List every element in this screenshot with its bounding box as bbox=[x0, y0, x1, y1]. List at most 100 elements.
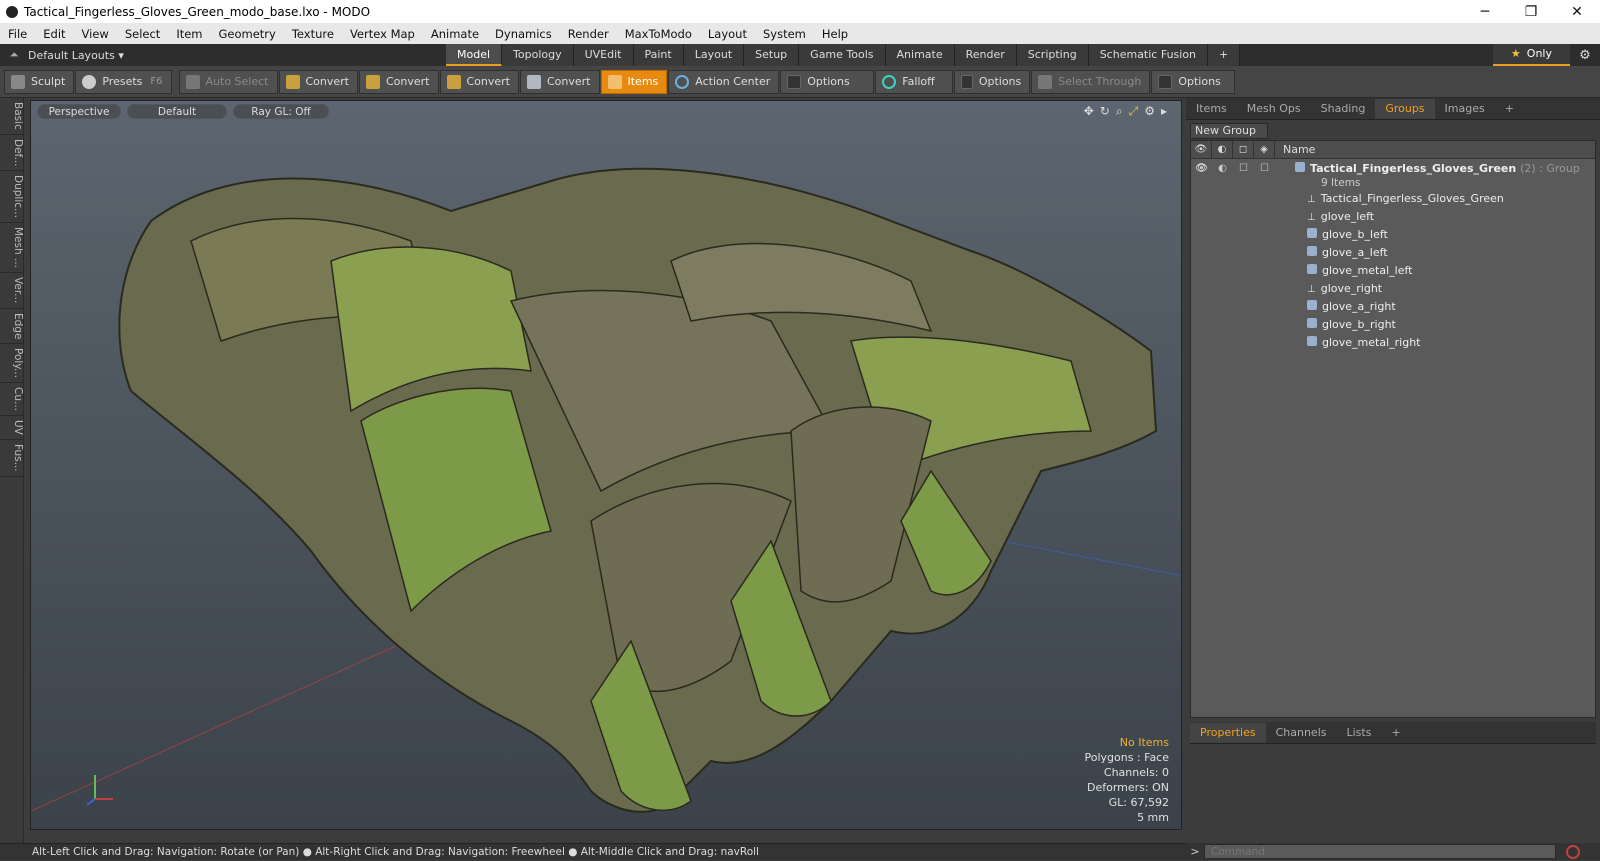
zoom-view-icon[interactable]: ⌕ bbox=[1116, 104, 1123, 119]
menu-view[interactable]: View bbox=[74, 27, 117, 41]
command-input[interactable] bbox=[1204, 844, 1556, 859]
left-tab-mesh[interactable]: Mesh ... bbox=[0, 223, 24, 274]
tree-row-item[interactable]: ⊥ Tactical_Fingerless_Gloves_Green bbox=[1191, 189, 1595, 207]
lock-col-icon[interactable]: ◻ bbox=[1233, 140, 1254, 159]
panel-tab-mesh-ops[interactable]: Mesh Ops bbox=[1237, 99, 1311, 119]
select-toggle-icon[interactable]: ☐ bbox=[1254, 163, 1275, 174]
convert-vertices-button[interactable]: Convert bbox=[278, 69, 358, 94]
tab-render[interactable]: Render bbox=[954, 44, 1017, 66]
group-tree[interactable]: 👁 ◐ ◻ ◈ Name 👁 ◐ ☐ ☐ Tactical_Fingerless_Gl… bbox=[1190, 140, 1596, 718]
new-group-button[interactable]: New Group bbox=[1190, 123, 1268, 139]
tree-row-item[interactable]: ⊥ glove_left bbox=[1191, 207, 1595, 225]
panel-tab-items[interactable]: Items bbox=[1186, 99, 1237, 119]
3d-viewport[interactable]: Perspective Default Ray GL: Off ✥ ↻ ⌕ ⤢ … bbox=[30, 100, 1182, 830]
select-through-options-button[interactable]: Options bbox=[1151, 69, 1236, 94]
restore-button[interactable]: ❐ bbox=[1508, 4, 1554, 20]
action-center-options-button[interactable]: Options bbox=[780, 69, 875, 94]
presets-button[interactable]: Presets F6 bbox=[75, 69, 172, 94]
add-panel-tab-button[interactable]: + bbox=[1495, 99, 1524, 119]
tree-row-item[interactable]: glove_b_left bbox=[1191, 225, 1595, 243]
render-toggle-icon[interactable]: ◐ bbox=[1212, 163, 1233, 174]
menu-maxtomodo[interactable]: MaxToModo bbox=[617, 27, 700, 41]
fit-view-icon[interactable]: ⤢ bbox=[1129, 104, 1139, 119]
tab-uvedit[interactable]: UVEdit bbox=[573, 44, 634, 66]
tree-row-item[interactable]: glove_a_right bbox=[1191, 297, 1595, 315]
left-tab-basic[interactable]: Basic bbox=[0, 98, 24, 135]
tree-row-group[interactable]: 👁 ◐ ☐ ☐ Tactical_Fingerless_Gloves_Green (2… bbox=[1191, 159, 1595, 177]
tab-scripting[interactable]: Scripting bbox=[1016, 44, 1089, 66]
tab-schematic-fusion[interactable]: Schematic Fusion bbox=[1088, 44, 1209, 66]
layout-selector[interactable]: Default Layouts ▾ bbox=[28, 49, 124, 62]
left-tab-vertex[interactable]: Ver... bbox=[0, 273, 24, 309]
menu-select[interactable]: Select bbox=[117, 27, 168, 41]
left-tab-fusion[interactable]: Fus... bbox=[0, 440, 24, 477]
menu-texture[interactable]: Texture bbox=[284, 27, 342, 41]
tab-properties[interactable]: Properties bbox=[1190, 722, 1266, 743]
tree-row-item[interactable]: glove_a_left bbox=[1191, 243, 1595, 261]
menu-vertex-map[interactable]: Vertex Map bbox=[342, 27, 423, 41]
visibility-toggle-icon[interactable]: 👁 bbox=[1191, 163, 1212, 174]
tree-row-item[interactable]: ⊥ glove_right bbox=[1191, 279, 1595, 297]
lock-toggle-icon[interactable]: ☐ bbox=[1233, 163, 1254, 174]
gear-icon[interactable]: ⚙ bbox=[1570, 48, 1600, 63]
tab-layout[interactable]: Layout bbox=[683, 44, 745, 66]
menu-dynamics[interactable]: Dynamics bbox=[487, 27, 560, 41]
sculpt-button[interactable]: Sculpt bbox=[4, 69, 75, 94]
visibility-col-icon[interactable]: 👁 bbox=[1191, 140, 1212, 159]
panel-tab-images[interactable]: Images bbox=[1435, 99, 1495, 119]
menu-geometry[interactable]: Geometry bbox=[211, 27, 284, 41]
left-tab-edge[interactable]: Edge bbox=[0, 309, 24, 344]
add-properties-tab-button[interactable]: + bbox=[1381, 723, 1410, 743]
command-history-icon[interactable]: > bbox=[1186, 845, 1204, 858]
tab-setup[interactable]: Setup bbox=[744, 44, 800, 66]
only-button[interactable]: ★ Only bbox=[1492, 44, 1570, 66]
shading-dropdown[interactable]: Default bbox=[127, 103, 227, 119]
tab-game-tools[interactable]: Game Tools bbox=[799, 44, 886, 66]
menu-help[interactable]: Help bbox=[814, 27, 856, 41]
tab-paint[interactable]: Paint bbox=[633, 44, 684, 66]
close-button[interactable]: ✕ bbox=[1554, 4, 1600, 20]
falloff-button[interactable]: Falloff bbox=[875, 69, 954, 94]
rotate-view-icon[interactable]: ↻ bbox=[1100, 104, 1110, 119]
auto-select-button[interactable]: Auto Select bbox=[178, 69, 278, 94]
tab-animate[interactable]: Animate bbox=[885, 44, 955, 66]
convert-materials-button[interactable]: Convert bbox=[520, 69, 600, 94]
tab-topology[interactable]: Topology bbox=[502, 44, 574, 66]
menu-item[interactable]: Item bbox=[168, 27, 210, 41]
render-col-icon[interactable]: ◐ bbox=[1212, 140, 1233, 159]
add-tab-button[interactable]: + bbox=[1208, 44, 1241, 66]
select-through-button[interactable]: Select Through bbox=[1031, 69, 1151, 94]
falloff-options-button[interactable]: Options bbox=[954, 69, 1031, 94]
panel-tab-shading[interactable]: Shading bbox=[1311, 99, 1376, 119]
tab-channels[interactable]: Channels bbox=[1266, 723, 1337, 743]
record-macro-icon[interactable] bbox=[1566, 844, 1580, 859]
tree-row-item[interactable]: glove_metal_left bbox=[1191, 261, 1595, 279]
convert-polygons-button[interactable]: Convert bbox=[439, 69, 519, 94]
minimize-button[interactable]: ─ bbox=[1462, 4, 1508, 20]
tab-model[interactable]: Model bbox=[446, 44, 503, 66]
pin-icon[interactable]: ⏶ bbox=[0, 48, 28, 62]
left-tab-duplicate[interactable]: Duplic... bbox=[0, 171, 24, 224]
items-button[interactable]: Items bbox=[600, 69, 668, 94]
perspective-dropdown[interactable]: Perspective bbox=[37, 103, 121, 119]
left-tab-polygon[interactable]: Poly... bbox=[0, 344, 24, 384]
left-tab-curve[interactable]: Cu... bbox=[0, 383, 24, 417]
move-view-icon[interactable]: ✥ bbox=[1084, 104, 1094, 119]
menu-layout[interactable]: Layout bbox=[700, 27, 755, 41]
menu-system[interactable]: System bbox=[755, 27, 814, 41]
menu-file[interactable]: File bbox=[0, 27, 35, 41]
viewport-menu-icon[interactable]: ▸ bbox=[1161, 104, 1167, 119]
menu-render[interactable]: Render bbox=[560, 27, 617, 41]
select-col-icon[interactable]: ◈ bbox=[1254, 140, 1275, 159]
viewport-settings-icon[interactable]: ⚙ bbox=[1144, 104, 1155, 119]
menu-edit[interactable]: Edit bbox=[35, 27, 73, 41]
tab-lists[interactable]: Lists bbox=[1337, 723, 1382, 743]
menu-animate[interactable]: Animate bbox=[423, 27, 487, 41]
panel-tab-groups[interactable]: Groups bbox=[1375, 98, 1435, 119]
tree-row-item[interactable]: glove_b_right bbox=[1191, 315, 1595, 333]
raygl-dropdown[interactable]: Ray GL: Off bbox=[233, 103, 329, 119]
left-tab-uv[interactable]: UV bbox=[0, 416, 24, 440]
tree-row-item[interactable]: glove_metal_right bbox=[1191, 333, 1595, 351]
convert-edges-button[interactable]: Convert bbox=[359, 69, 439, 94]
action-center-button[interactable]: Action Center bbox=[668, 69, 780, 94]
